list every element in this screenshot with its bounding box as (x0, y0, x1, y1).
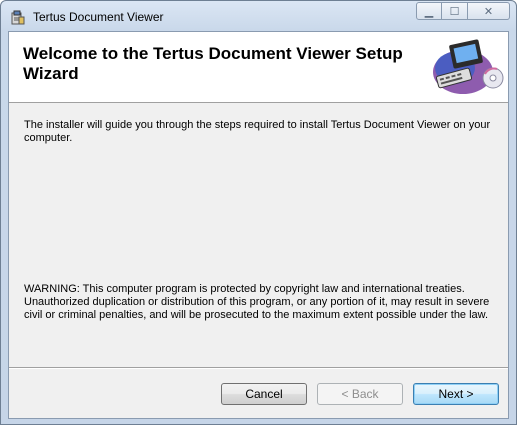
installer-app-icon (11, 10, 25, 25)
copyright-warning-text: WARNING: This computer program is protec… (24, 283, 490, 321)
installer-window: Tertus Document Viewer ▁ ☐ ✕ Welcome to … (0, 0, 517, 425)
minimize-icon: ▁ (424, 5, 434, 18)
minimize-button[interactable]: ▁ (416, 2, 442, 20)
back-button[interactable]: < Back (317, 383, 403, 405)
footer-divider (9, 367, 508, 369)
wizard-banner: Welcome to the Tertus Document Viewer Se… (9, 32, 508, 103)
maximize-icon: ☐ (449, 5, 460, 18)
caption-buttons: ▁ ☐ ✕ (416, 2, 510, 22)
computer-with-cd-icon (433, 39, 504, 94)
wizard-panel: Welcome to the Tertus Document Viewer Se… (8, 31, 509, 419)
maximize-button[interactable]: ☐ (442, 2, 468, 20)
close-button[interactable]: ✕ (468, 2, 510, 20)
title-bar[interactable]: Tertus Document Viewer ▁ ☐ ✕ (1, 1, 516, 33)
close-icon: ✕ (483, 5, 494, 18)
window-title: Tertus Document Viewer (33, 10, 164, 24)
next-button[interactable]: Next > (413, 383, 499, 405)
page-title: Welcome to the Tertus Document Viewer Se… (23, 44, 403, 83)
intro-text: The installer will guide you through the… (24, 119, 491, 144)
cancel-button[interactable]: Cancel (221, 383, 307, 405)
